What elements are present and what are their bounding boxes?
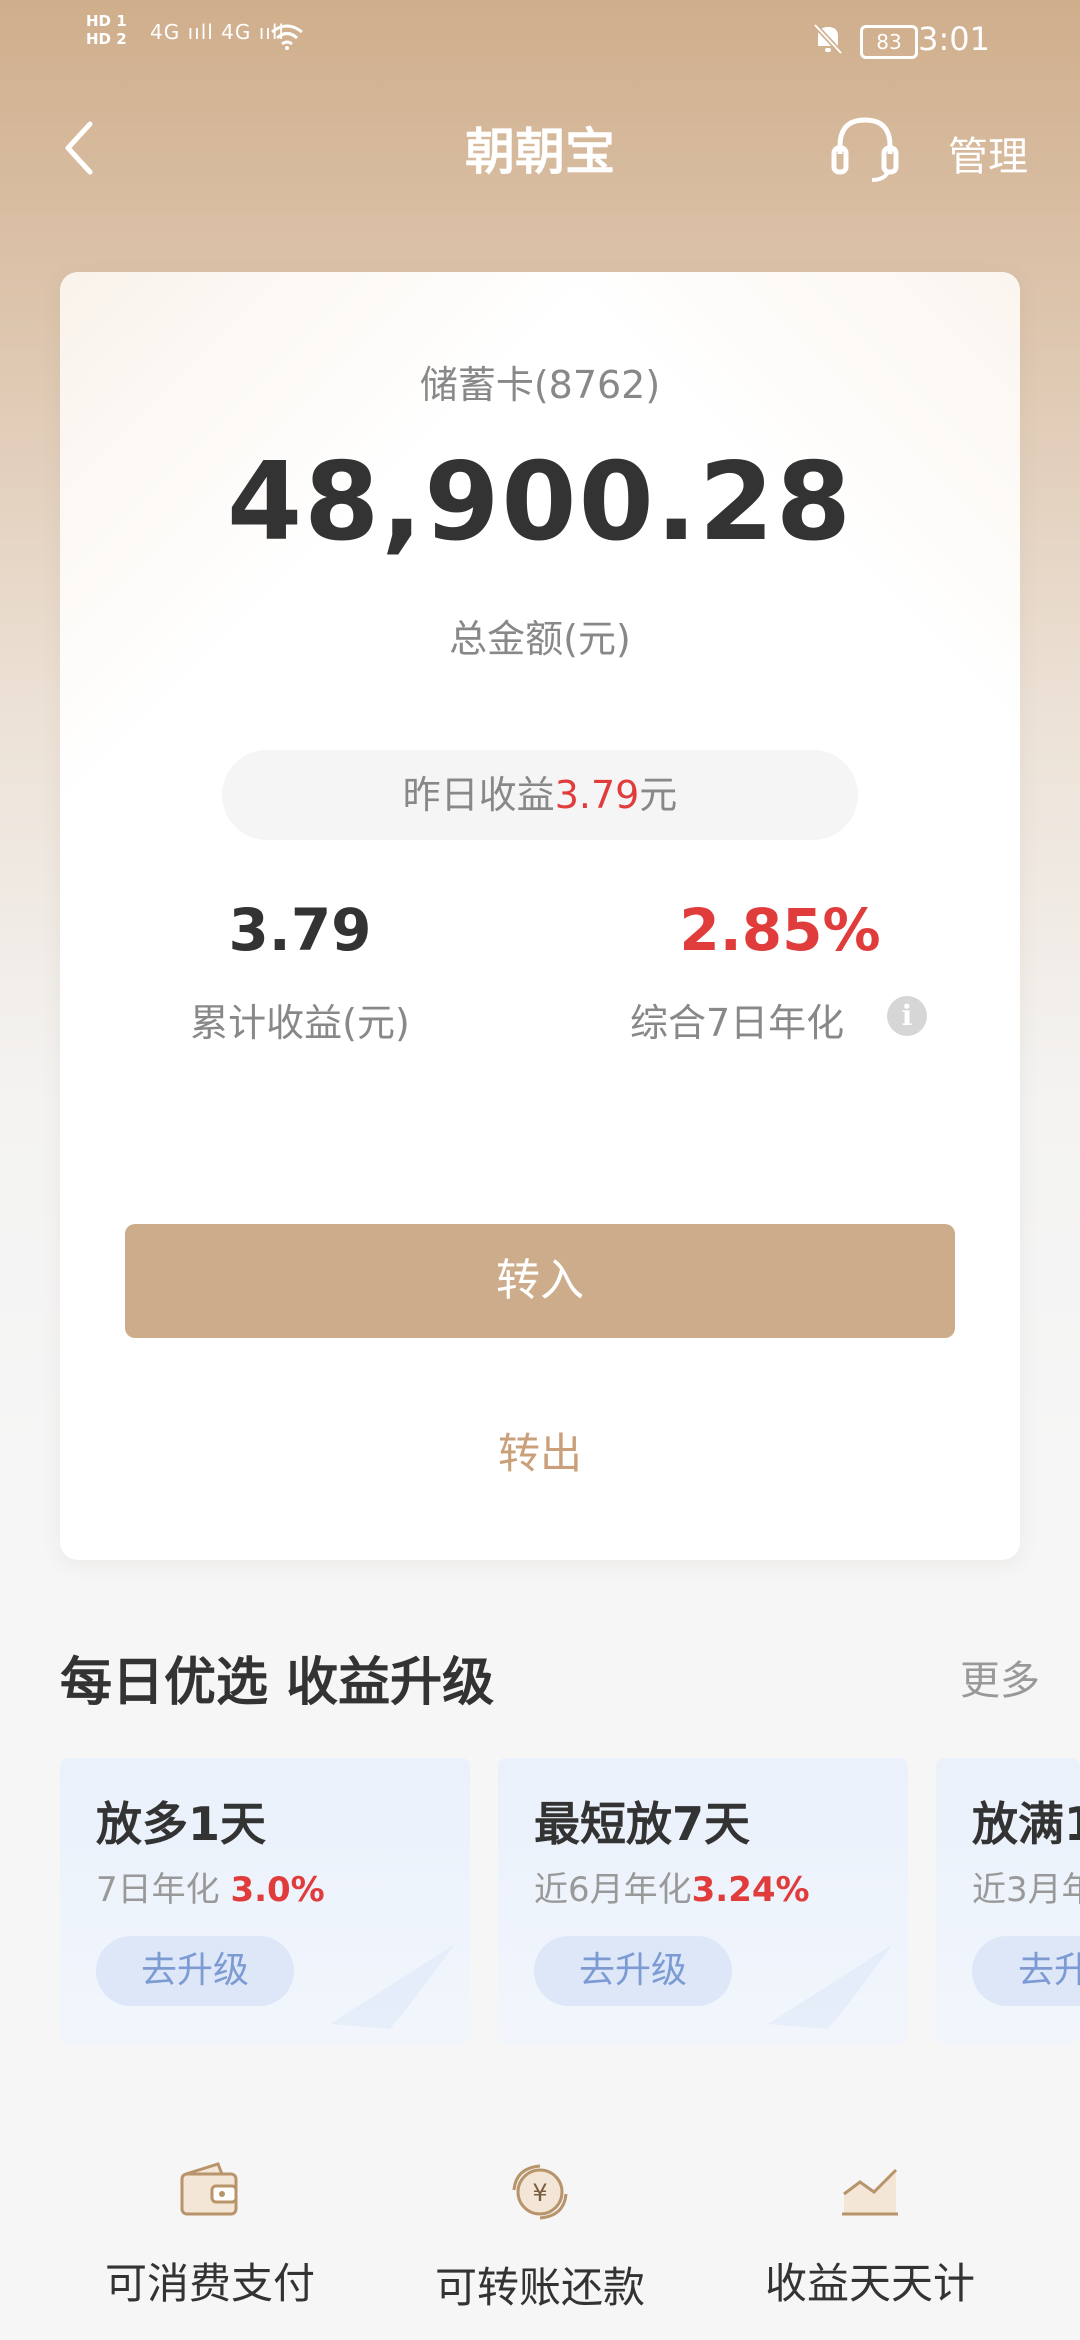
product-title: 放满1	[972, 1797, 1080, 1851]
yesterday-suffix: 元	[639, 773, 678, 817]
signal-indicators: 4G ııll 4G ııll	[150, 20, 285, 44]
product-card[interactable]: 放满1 近3月年 去升	[936, 1758, 1080, 2044]
feature-label: 可转账还款	[434, 2263, 645, 2312]
product-subtitle: 7日年化 3.0%	[96, 1870, 325, 1910]
feature-label: 可消费支付	[104, 2259, 315, 2308]
upgrade-button[interactable]: 去升级	[96, 1936, 294, 2006]
section-title: 每日优选 收益升级	[60, 1653, 495, 1713]
feature-label: 收益天天计	[764, 2259, 975, 2308]
product-subtitle: 近6月年化3.24%	[534, 1870, 810, 1910]
yuan-refresh-icon: ¥	[512, 2164, 568, 2220]
paper-plane-icon	[330, 1944, 455, 2029]
mute-bell-icon	[813, 23, 843, 55]
paper-plane-icon	[768, 1944, 893, 2029]
product-card[interactable]: 放多1天 7日年化 3.0% 去升级	[60, 1758, 470, 2044]
transfer-in-button[interactable]: 转入	[125, 1224, 955, 1338]
customer-service-icon[interactable]	[830, 112, 900, 182]
account-card: 储蓄卡(8762) 48,900.28 总金额(元) 昨日收益3.79元 3.7…	[60, 272, 1020, 1560]
annual-rate-label: 综合7日年化	[630, 1001, 845, 1045]
product-title: 最短放7天	[534, 1797, 751, 1851]
feature-transfer-repay[interactable]: ¥ 可转账还款	[375, 2160, 705, 2315]
product-rate: 3.24%	[691, 1870, 810, 1910]
annual-rate-value: 2.85%	[679, 896, 881, 964]
product-card[interactable]: 最短放7天 近6月年化3.24% 去升级	[498, 1758, 908, 2044]
clock: 3:01	[918, 20, 990, 58]
yesterday-earnings-pill: 昨日收益3.79元	[222, 750, 858, 840]
transfer-out-button[interactable]: 转出	[60, 1420, 1020, 1481]
upgrade-button[interactable]: 去升级	[534, 1936, 732, 2006]
product-title: 放多1天	[96, 1797, 267, 1851]
feature-daily-earnings[interactable]: 收益天天计	[705, 2160, 1035, 2311]
upgrade-button[interactable]: 去升	[972, 1936, 1080, 2006]
card-label: 储蓄卡(8762)	[419, 363, 661, 407]
svg-text:¥: ¥	[532, 2179, 547, 2207]
more-link[interactable]: 更多	[960, 1648, 1040, 1706]
feature-consume-pay[interactable]: 可消费支付	[45, 2160, 375, 2311]
yesterday-value: 3.79	[554, 773, 640, 817]
status-bar: HD 1 HD 2 4G ııll 4G ııll 83 3:01	[0, 0, 1080, 80]
page-title: 朝朝宝	[465, 123, 615, 181]
product-subtitle: 近3月年	[972, 1870, 1080, 1910]
yesterday-prefix: 昨日收益	[402, 773, 555, 817]
cumulative-earnings-label: 累计收益(元)	[190, 1001, 410, 1045]
sim-labels: HD 1 HD 2	[86, 12, 127, 48]
manage-button[interactable]: 管理	[948, 124, 1028, 182]
wifi-icon	[271, 24, 303, 50]
product-rate: 3.0%	[230, 1870, 325, 1910]
battery-indicator: 83	[860, 25, 918, 59]
total-amount-label: 总金额(元)	[449, 617, 631, 661]
info-icon[interactable]: i	[887, 996, 927, 1036]
wallet-icon	[180, 2162, 238, 2216]
total-amount: 48,900.28	[226, 440, 854, 565]
trend-chart-icon	[842, 2168, 898, 2216]
cumulative-earnings-value: 3.79	[228, 896, 372, 964]
